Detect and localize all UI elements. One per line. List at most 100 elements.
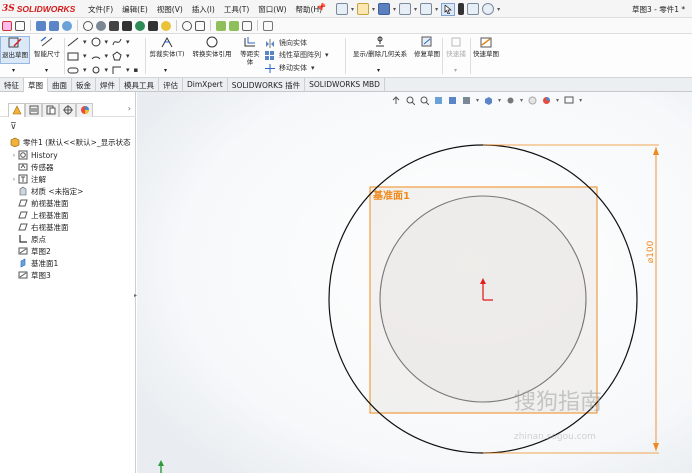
tab-dimxpert[interactable]: DimXpert	[183, 78, 228, 92]
chevron-down-icon[interactable]: ▾	[325, 51, 329, 59]
grid-icon[interactable]	[242, 20, 252, 31]
tab-evaluate[interactable]: 评估	[159, 78, 183, 92]
chevron-down-icon[interactable]: ▾	[454, 67, 457, 74]
chevron-down-icon[interactable]: ▾	[414, 6, 417, 13]
circle-tool-icon[interactable]	[91, 37, 101, 47]
undo-icon[interactable]	[420, 3, 433, 15]
dynamic-annotation-icon[interactable]	[448, 96, 457, 105]
chevron-down-icon[interactable]: ▾	[126, 66, 130, 74]
chevron-down-icon[interactable]: ▾	[83, 66, 87, 74]
chevron-down-icon[interactable]: ▾	[351, 6, 354, 13]
display-style-icon[interactable]	[83, 20, 93, 31]
rapid-sketch-button[interactable]: 快速草图	[472, 36, 500, 58]
tab-mold-tools[interactable]: 模具工具	[120, 78, 159, 92]
diameter-dimension-label[interactable]: ⌀100	[646, 240, 656, 263]
view-orientation-icon[interactable]	[229, 20, 239, 31]
chevron-down-icon[interactable]: ▾	[556, 97, 559, 104]
tree-item-plane1[interactable]: 基准面1	[10, 257, 58, 269]
rebuild-icon[interactable]	[62, 20, 72, 31]
chevron-down-icon[interactable]: ▾	[105, 52, 109, 60]
chevron-down-icon[interactable]: ▾	[126, 38, 130, 46]
slot-tool-icon[interactable]	[67, 65, 79, 75]
solidworks-logo[interactable]: 3S SOLIDWORKS	[2, 3, 75, 15]
menu-file[interactable]: 文件(F)	[88, 4, 113, 15]
point-icon[interactable]: ▪	[134, 66, 139, 74]
dimxpert-tab-icon[interactable]	[59, 102, 76, 117]
tree-item-origin[interactable]: 原点	[10, 233, 46, 245]
open-icon[interactable]	[357, 3, 370, 15]
sketch-canvas[interactable]: 基准面1 ⌀100	[137, 92, 692, 473]
view-orientation-icon[interactable]	[462, 96, 471, 105]
tab-surfaces[interactable]: 曲面	[48, 78, 72, 92]
arc-tool-icon[interactable]	[91, 51, 101, 61]
chevron-down-icon[interactable]: ▾	[45, 67, 48, 74]
scene-icon[interactable]	[148, 20, 158, 31]
expand-arrow-icon[interactable]: ›	[10, 176, 18, 183]
trim-entities-button[interactable]: 剪裁实体(T)	[147, 36, 187, 58]
lamp-icon[interactable]	[161, 20, 171, 31]
displaymanager-tab-icon[interactable]	[76, 102, 93, 117]
chevron-down-icon[interactable]: ▾	[105, 66, 109, 74]
filter-icon[interactable]: ⊽	[10, 122, 17, 132]
display-relations-button[interactable]: 显示/删除几何关系	[347, 36, 413, 58]
chevron-down-icon[interactable]: ▾	[83, 38, 87, 46]
chevron-down-icon[interactable]: ▾	[126, 52, 130, 60]
convert-entities-button[interactable]: 转换实体引用	[190, 36, 234, 58]
sketch-toolbar-icon[interactable]	[263, 20, 273, 31]
select-tool-button[interactable]	[441, 2, 456, 16]
tree-item-right-plane[interactable]: 右视基准面	[10, 221, 69, 233]
smart-dimension-button[interactable]: 智能尺寸	[31, 36, 63, 58]
zoom-area-icon[interactable]	[406, 96, 415, 105]
chevron-down-icon[interactable]: ▾	[497, 6, 500, 13]
line-tool-icon[interactable]	[67, 37, 79, 47]
new-document-icon[interactable]	[336, 3, 348, 15]
tab-solidworks-mbd[interactable]: SOLIDWORKS MBD	[305, 78, 385, 92]
tab-weldments[interactable]: 焊件	[96, 78, 120, 92]
plane-icon[interactable]	[36, 20, 46, 31]
chevron-down-icon[interactable]: ▾	[520, 97, 523, 104]
tab-sketch[interactable]: 草图	[24, 78, 48, 92]
hidden-lines-icon[interactable]	[122, 20, 132, 31]
zoom-to-fit-icon[interactable]	[392, 96, 401, 105]
exit-sketch-button[interactable]: 退出草图	[0, 36, 30, 64]
options-gear-icon[interactable]	[482, 3, 495, 15]
menu-tools[interactable]: 工具(T)	[224, 4, 249, 15]
chevron-down-icon[interactable]: ▾	[476, 97, 479, 104]
tree-item-front-plane[interactable]: 前视基准面	[10, 197, 69, 209]
zoom-fit-icon[interactable]	[182, 20, 192, 31]
zoom-area-icon[interactable]	[195, 20, 205, 31]
featuremanager-tab-icon[interactable]	[8, 102, 25, 117]
point-tool-icon[interactable]	[112, 65, 122, 75]
tree-root-part[interactable]: 零件1 (默认<<默认>_显示状态	[2, 136, 131, 148]
tab-sheet-metal[interactable]: 钣金	[72, 78, 96, 92]
chevron-down-icon[interactable]: ▾	[164, 67, 167, 74]
chevron-down-icon[interactable]: ▾	[311, 64, 315, 72]
tree-item-top-plane[interactable]: 上视基准面	[10, 209, 69, 221]
expand-arrow-icon[interactable]: ›	[10, 152, 18, 159]
rectangle-tool-icon[interactable]	[67, 51, 79, 61]
axis-icon[interactable]	[15, 20, 25, 31]
section-view-icon[interactable]	[434, 96, 443, 105]
spline-tool-icon[interactable]	[112, 37, 122, 47]
chevron-down-icon[interactable]: ▾	[435, 6, 438, 13]
chevron-down-icon[interactable]: ▾	[372, 6, 375, 13]
chevron-down-icon[interactable]: ▾	[12, 67, 15, 74]
edit-appearance-icon[interactable]	[528, 96, 537, 105]
tab-features[interactable]: 特征	[0, 78, 24, 92]
hide-show-items-icon[interactable]	[506, 96, 515, 105]
section-view-icon[interactable]	[216, 20, 226, 31]
polygon-tool-icon[interactable]	[112, 51, 122, 61]
plane1-label[interactable]: 基准面1	[372, 189, 410, 202]
menu-window[interactable]: 窗口(W)	[258, 4, 286, 15]
tree-item-annotations[interactable]: › 注解	[10, 173, 46, 185]
menu-insert[interactable]: 插入(I)	[192, 4, 215, 15]
view-settings-icon[interactable]	[564, 96, 574, 105]
sketch-origin-icon[interactable]	[2, 20, 12, 31]
menu-view[interactable]: 视图(V)	[157, 4, 183, 15]
offset-entities-button[interactable]: 等距实体	[239, 36, 261, 66]
file-properties-icon[interactable]	[467, 3, 480, 15]
display-style-icon[interactable]	[484, 96, 493, 105]
chevron-down-icon[interactable]: ▾	[83, 52, 87, 60]
chevron-down-icon[interactable]: ▾	[498, 97, 501, 104]
chevron-down-icon[interactable]: ▾	[105, 38, 109, 46]
